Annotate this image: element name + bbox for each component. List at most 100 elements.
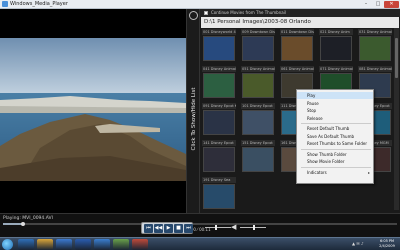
scrollbar-knob[interactable] <box>395 38 398 78</box>
menu-item-label: Indicators <box>307 169 327 175</box>
menu-item-label: Reset Default Thumb <box>307 126 350 131</box>
thumbnail-caption: 101 Disney Epcot <box>241 103 275 109</box>
toggle-label: Click To Show/Hide List <box>191 87 197 151</box>
thumbnail-image <box>320 36 352 61</box>
stop-button[interactable]: ■ <box>174 224 183 233</box>
now-playing-label: Playing: MVI_0094.AVI <box>3 216 53 221</box>
taskbar: ▲ ✉ ♪ 6:05 PM 2/4/2009 <box>0 237 400 250</box>
thumbnail-image <box>242 147 274 172</box>
volume-slider-knob[interactable] <box>215 225 218 230</box>
thumbnail-caption: 091 Disney Epcot K <box>202 103 236 109</box>
taskbar-word-icon[interactable] <box>75 239 91 250</box>
taskbar-app6-icon[interactable] <box>113 239 129 250</box>
menu-item-pause[interactable]: Pause <box>297 100 373 107</box>
minimize-button[interactable]: – <box>360 1 372 8</box>
menu-item-reset-thumbs-to-same-folder[interactable]: Reset Thumbs to Same Folder <box>297 140 373 147</box>
thumbnail-image <box>203 147 235 172</box>
menu-item-indicators[interactable]: Indicators ▸ <box>297 169 373 176</box>
thumbnail-item[interactable]: 191 Disney Sea <box>202 177 236 210</box>
menu-item-label: Release <box>307 115 323 121</box>
previous-button[interactable]: ⏮ <box>144 224 153 233</box>
thumbnail-image <box>242 73 274 98</box>
system-tray[interactable]: ▲ ✉ ♪ <box>352 241 374 247</box>
rewind-button[interactable]: ◀◀ <box>154 224 163 233</box>
speed-slider[interactable] <box>240 225 266 230</box>
app-icon <box>2 1 8 7</box>
seek-bar-fill <box>3 223 23 225</box>
menu-item-show-thumb-folder[interactable]: Show Thumb Folder <box>297 151 373 158</box>
menu-item-save-as-default-thumb[interactable]: Save As Default Thumb <box>297 133 373 140</box>
taskbar-explorer-icon[interactable] <box>37 239 53 250</box>
video-display[interactable] <box>0 9 186 213</box>
menu-item-release[interactable]: Release <box>297 115 373 122</box>
toggle-circle-icon <box>189 11 198 20</box>
transport-controls: ⏮ ◀◀ ▶ ■ ⏭ <box>141 222 193 234</box>
speed-slider-knob[interactable] <box>253 225 255 230</box>
thumbnail-caption: 071 Disney Animal <box>319 66 353 72</box>
thumbnail-caption: 061 Disney Animal <box>280 66 314 72</box>
menu-item-label: Pause <box>307 100 319 106</box>
menu-item-label: Play <box>307 93 316 98</box>
menu-item-label: Show Thumb Folder <box>307 151 347 157</box>
thumbnail-caption: 031 Disney Animal <box>358 29 392 35</box>
menu-item-label: Save As Default Thumb <box>307 133 355 139</box>
thumbnail-item[interactable]: 031 Disney Animal <box>358 29 392 62</box>
thumbnail-caption: 141 Disney Epcot <box>202 140 236 146</box>
thumbnail-item[interactable]: 141 Disney Epcot <box>202 140 236 173</box>
maximize-button[interactable]: □ <box>372 1 384 8</box>
next-button[interactable]: ⏭ <box>184 224 193 233</box>
video-frame <box>0 38 186 181</box>
speaker-icon[interactable]: ◀ <box>231 223 239 231</box>
thumbnail-caption: 041 Disney Animal <box>202 66 236 72</box>
thumbnail-caption: 081 Disney Animal <box>358 66 392 72</box>
thumbnail-item[interactable]: 001 Disneyworld 4 <box>202 29 236 62</box>
folder-path: D:\1 Personal Images\2003-08 Orlando <box>201 17 399 28</box>
thumbnail-scrollbar[interactable] <box>394 28 399 210</box>
thumbnail-image <box>281 36 313 61</box>
start-button[interactable] <box>2 239 13 250</box>
show-hide-list-toggle[interactable]: Click To Show/Hide List <box>186 9 200 213</box>
thumbnail-item[interactable]: 051 Disney Animal <box>241 66 275 99</box>
seek-bar[interactable] <box>3 222 397 226</box>
thumbnail-caption: 021 Disney Anim <box>319 29 353 35</box>
taskbar-app7-icon[interactable] <box>132 239 148 250</box>
continue-checkbox[interactable] <box>204 11 208 15</box>
window-title: Windows_Media_Player <box>10 1 68 7</box>
close-button[interactable]: ✕ <box>384 1 399 8</box>
taskbar-outlook-icon[interactable] <box>94 239 110 250</box>
menu-item-reset-default-thumb[interactable]: Reset Default Thumb <box>297 125 373 132</box>
taskbar-ie-icon[interactable] <box>18 239 34 250</box>
thumbnail-item[interactable]: 101 Disney Epcot <box>241 103 275 136</box>
thumbnail-caption: 009 Downtown Dis <box>241 29 275 35</box>
context-menu: Play Pause Stop Release Reset Default Thumb S… <box>296 89 374 184</box>
menu-item-label: Reset Thumbs to Same Folder <box>307 141 368 146</box>
thumbnail-item[interactable]: 021 Disney Anim <box>319 29 353 62</box>
taskbar-clock[interactable]: 6:05 PM 2/4/2009 <box>376 239 398 249</box>
continue-label: Continue Movies from The Thumbnail <box>211 10 286 15</box>
thumbnail-item[interactable]: 011 Downtown Dis <box>280 29 314 62</box>
menu-item-label: Stop <box>307 108 317 113</box>
menu-item-stop[interactable]: Stop <box>297 107 373 114</box>
menu-item-play[interactable]: Play <box>297 92 373 99</box>
play-button[interactable]: ▶ <box>164 224 173 233</box>
title-bar: Windows_Media_Player – □ ✕ <box>0 0 400 9</box>
submenu-arrow-icon: ▸ <box>367 169 370 175</box>
volume-slider[interactable] <box>205 225 231 230</box>
thumbnail-caption: 001 Disneyworld 4 <box>202 29 236 35</box>
thumbnail-caption: 011 Downtown Dis <box>280 29 314 35</box>
menu-item-show-movie-folder[interactable]: Show Movie Folder <box>297 158 373 165</box>
thumbnail-image <box>359 36 391 61</box>
thumbnail-caption: 051 Disney Animal <box>241 66 275 72</box>
thumbnail-item[interactable]: 009 Downtown Dis <box>241 29 275 62</box>
menu-separator <box>301 148 371 150</box>
thumbnail-item[interactable]: 091 Disney Epcot K <box>202 103 236 136</box>
thumbnail-image <box>242 36 274 61</box>
playback-bar: Playing: MVI_0094.AVI 1.00 ⁄ 00:11 <box>0 213 400 237</box>
thumbnail-image <box>203 73 235 98</box>
panel-topbar: Continue Movies from The Thumbnail <box>200 9 400 17</box>
seek-bar-knob[interactable] <box>20 222 25 226</box>
thumbnail-item[interactable]: 151 Disney Epcot <box>241 140 275 173</box>
thumbnail-caption: 191 Disney Sea <box>202 177 236 183</box>
taskbar-mediaplayer-icon[interactable] <box>56 239 72 250</box>
thumbnail-item[interactable]: 041 Disney Animal <box>202 66 236 99</box>
